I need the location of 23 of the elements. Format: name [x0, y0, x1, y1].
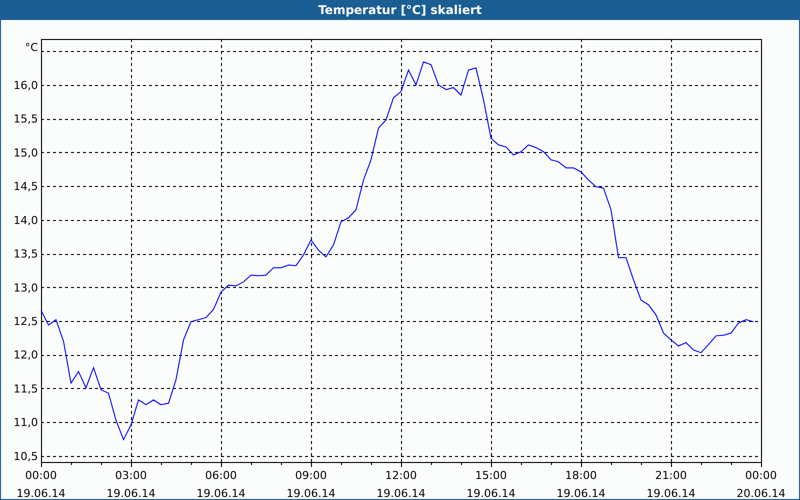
x-axis-label: 18:00 19.06.14 — [556, 469, 606, 499]
y-axis-unit: °C — [24, 41, 38, 54]
x-axis-label: 09:00 19.06.14 — [286, 469, 336, 499]
x-axis-label: 00:00 20.06.14 — [736, 469, 786, 499]
y-axis-label: 11,0 — [14, 416, 38, 430]
y-axis-label: 14,0 — [14, 214, 38, 227]
x-axis-label: 00:00 19.06.14 — [16, 469, 66, 499]
y-axis-label: 13,5 — [14, 248, 38, 261]
y-axis-label: 15,0 — [14, 146, 38, 160]
x-axis-label: 03:00 19.06.14 — [106, 469, 156, 499]
y-axis-label: 15,5 — [14, 112, 38, 126]
y-axis-label: 12,0 — [14, 348, 38, 362]
y-axis-label: 16,0 — [14, 78, 38, 92]
window-title: Temperatur [°C] skaliert — [1, 0, 799, 20]
y-axis-label: 14,5 — [14, 180, 38, 194]
y-axis-label: 13,0 — [14, 281, 38, 294]
x-axis-label: 21:00 19.06.14 — [646, 469, 696, 499]
x-axis-label: 12:00 19.06.14 — [376, 469, 426, 499]
x-axis-label: 06:00 19.06.14 — [196, 469, 246, 499]
y-axis-label: 10,5 — [14, 450, 38, 463]
y-axis-label: 12,5 — [14, 315, 38, 328]
x-axis-label: 15:00 19.06.14 — [466, 469, 516, 499]
y-axis-label: 11,5 — [14, 382, 38, 396]
